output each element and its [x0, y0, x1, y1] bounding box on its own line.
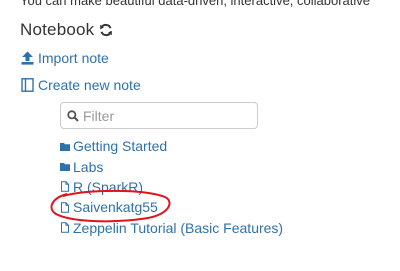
note-folder-getting-started[interactable]: Getting Started	[60, 136, 283, 156]
filter-box	[60, 102, 258, 129]
file-icon	[60, 181, 70, 193]
note-label: Labs	[73, 158, 104, 175]
file-icon	[60, 222, 70, 233]
note-list: Getting Started Labs R (SparkR) Saivenka…	[60, 136, 283, 238]
note-file-saivenkatg55[interactable]: Saivenkatg55	[60, 197, 283, 217]
refresh-icon[interactable]	[99, 23, 113, 37]
note-label: Saivenkatg55	[73, 199, 158, 216]
folder-icon	[60, 141, 70, 152]
notebook-header: Notebook	[20, 20, 113, 40]
upload-icon	[21, 51, 34, 65]
note-folder-labs[interactable]: Labs	[60, 156, 283, 176]
create-new-note-link[interactable]: Create new note	[21, 77, 141, 93]
search-icon	[67, 109, 79, 122]
notebook-icon	[21, 78, 34, 92]
note-label: R (SparkR)	[73, 178, 144, 195]
note-label: Getting Started	[73, 138, 168, 155]
note-label: Zeppelin Tutorial (Basic Features)	[73, 219, 284, 236]
create-new-note-label: Create new note	[38, 77, 141, 93]
note-file-r-sparkr[interactable]: R (SparkR)	[60, 177, 283, 197]
import-note-link[interactable]: Import note	[21, 50, 109, 66]
notebook-title: Notebook	[20, 20, 95, 39]
folder-icon	[60, 161, 70, 172]
import-note-label: Import note	[38, 50, 109, 66]
filter-input[interactable]	[83, 107, 243, 124]
intro-text: You can make beautiful data-driven, inte…	[20, 0, 371, 8]
file-icon	[60, 202, 70, 213]
note-file-zeppelin-tutorial[interactable]: Zeppelin Tutorial (Basic Features)	[60, 218, 283, 238]
